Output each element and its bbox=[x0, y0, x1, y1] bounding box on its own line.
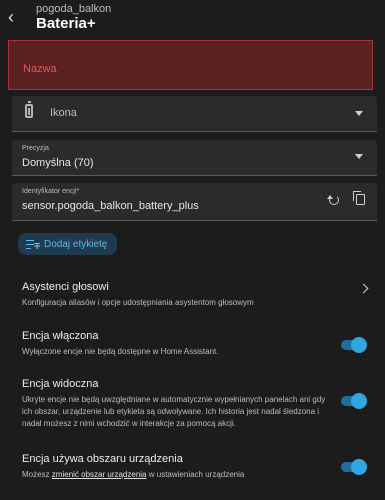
dropdown-arrow-icon bbox=[355, 154, 363, 159]
entity-id-text: pogoda_balkon_battery_plus bbox=[57, 200, 199, 212]
voice-assistants-title: Asystenci głosowi bbox=[22, 281, 109, 293]
entity-id-prefix: sensor. bbox=[22, 200, 58, 212]
entity-id-label: Identyfikator encji* bbox=[22, 188, 80, 195]
entity-area-toggle[interactable] bbox=[341, 459, 367, 475]
toggle-knob bbox=[351, 393, 367, 409]
toggle-knob bbox=[351, 337, 367, 353]
precision-select[interactable]: Precyzja Domyślna (70) bbox=[12, 140, 377, 176]
entity-visible-row: Encja widoczna Ukryte encje nie będą uwz… bbox=[22, 378, 327, 430]
entity-enabled-title: Encja włączona bbox=[22, 330, 99, 342]
entity-area-row: Encja używa obszaru urządzenia Możesz zm… bbox=[22, 453, 337, 481]
entity-area-desc: Możesz zmienić obszar urządzenia w ustaw… bbox=[22, 469, 337, 481]
copy-icon[interactable] bbox=[353, 191, 365, 205]
area-desc-before: Możesz bbox=[22, 470, 50, 479]
entity-visible-title: Encja widoczna bbox=[22, 378, 99, 390]
entity-area-title: Encja używa obszaru urządzenia bbox=[22, 453, 183, 465]
toggle-knob bbox=[351, 459, 367, 475]
precision-value: Domyślna (70) bbox=[22, 157, 94, 169]
name-field[interactable]: Nazwa bbox=[8, 40, 373, 90]
icon-picker[interactable]: Ikona bbox=[12, 96, 377, 132]
icon-picker-placeholder: Ikona bbox=[50, 107, 77, 119]
reset-icon[interactable] bbox=[327, 195, 339, 205]
add-label-text: Dodaj etykietę bbox=[44, 238, 108, 250]
add-label-button[interactable]: + Dodaj etykietę bbox=[18, 233, 118, 255]
entity-visible-desc: Ukryte encje nie będą uwzględniane w aut… bbox=[22, 395, 326, 428]
entity-enabled-row: Encja włączona Wyłączone encje nie będą … bbox=[22, 330, 362, 358]
entity-visible-toggle[interactable] bbox=[341, 393, 367, 409]
battery-icon bbox=[25, 101, 33, 118]
back-arrow-icon[interactable]: ‹ bbox=[8, 8, 26, 26]
precision-label: Precyzja bbox=[22, 145, 49, 152]
area-desc-after: w ustawieniach urządzenia bbox=[148, 470, 245, 479]
entity-enabled-toggle[interactable] bbox=[341, 337, 367, 353]
voice-assistants-row[interactable]: Asystenci głosowi Konfiguracja aliasów i… bbox=[22, 281, 362, 309]
dialog-header: ‹ pogoda_balkon Bateria+ bbox=[0, 0, 385, 40]
dropdown-arrow-icon bbox=[355, 111, 363, 116]
change-device-area-link[interactable]: zmienić obszar urządzenia bbox=[52, 470, 147, 479]
device-name: pogoda_balkon bbox=[36, 3, 112, 15]
voice-assistants-desc: Konfiguracja aliasów i opcje udostępnian… bbox=[22, 298, 254, 307]
name-field-placeholder: Nazwa bbox=[23, 63, 57, 75]
playlist-add-icon: + bbox=[26, 239, 41, 251]
entity-id-value[interactable]: sensor.pogoda_balkon_battery_plus bbox=[22, 200, 199, 212]
entity-title: Bateria+ bbox=[36, 15, 96, 32]
entity-enabled-desc: Wyłączone encje nie będą dostępne w Home… bbox=[22, 347, 219, 356]
entity-id-field[interactable]: Identyfikator encji* sensor.pogoda_balko… bbox=[12, 183, 377, 221]
